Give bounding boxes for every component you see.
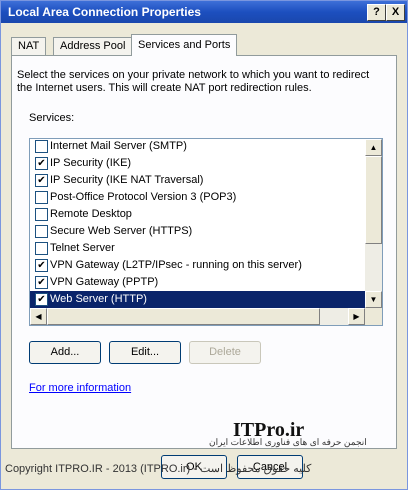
service-checkbox[interactable]: ✔ bbox=[35, 259, 48, 272]
tab-address-pool[interactable]: Address Pool bbox=[53, 37, 133, 55]
service-list-item[interactable]: Internet Mail Server (SMTP) bbox=[30, 139, 365, 155]
help-button[interactable]: ? bbox=[367, 4, 386, 21]
service-label: Post-Office Protocol Version 3 (POP3) bbox=[50, 191, 237, 203]
delete-button[interactable]: Delete bbox=[189, 341, 261, 364]
service-checkbox[interactable] bbox=[35, 225, 48, 238]
horizontal-scrollbar[interactable]: ◀ ▶ bbox=[30, 308, 365, 325]
service-checkbox[interactable]: ✔ bbox=[35, 293, 48, 306]
horizontal-scroll-thumb[interactable] bbox=[47, 308, 320, 325]
service-list-item[interactable]: Secure Web Server (HTTPS) bbox=[30, 223, 365, 240]
scroll-down-icon[interactable]: ▼ bbox=[365, 291, 382, 308]
scroll-left-icon[interactable]: ◀ bbox=[30, 308, 47, 325]
tab-services-and-ports[interactable]: Services and Ports bbox=[131, 34, 238, 56]
window-title: Local Area Connection Properties bbox=[8, 5, 201, 19]
service-label: VPN Gateway (PPTP) bbox=[50, 276, 159, 288]
service-label: VPN Gateway (L2TP/IPsec - running on thi… bbox=[50, 259, 302, 271]
service-list-item[interactable]: ✔ Web Server (HTTP) bbox=[30, 291, 365, 308]
edit-button[interactable]: Edit... bbox=[109, 341, 181, 364]
tab-nat[interactable]: NAT bbox=[11, 37, 47, 55]
service-checkbox[interactable] bbox=[35, 208, 48, 221]
dialog-window: Local Area Connection Properties ? X NAT… bbox=[0, 0, 408, 490]
service-list-item[interactable]: ✔ IP Security (IKE NAT Traversal) bbox=[30, 172, 365, 189]
services-list[interactable]: Internet Mail Server (SMTP) ✔ IP Security … bbox=[29, 138, 383, 326]
service-label: Web Server (HTTP) bbox=[50, 293, 147, 305]
service-list-item[interactable]: Telnet Server bbox=[30, 240, 365, 257]
service-label: Telnet Server bbox=[50, 242, 115, 254]
service-list-item[interactable]: ✔ VPN Gateway (PPTP) bbox=[30, 274, 365, 291]
service-label: Internet Mail Server (SMTP) bbox=[50, 140, 187, 152]
description-text: Select the services on your private netw… bbox=[17, 69, 370, 94]
scroll-right-icon[interactable]: ▶ bbox=[348, 308, 365, 325]
service-label: IP Security (IKE) bbox=[50, 157, 132, 169]
service-label: Remote Desktop bbox=[50, 208, 132, 220]
service-list-item[interactable]: Post-Office Protocol Version 3 (POP3) bbox=[30, 189, 365, 206]
add-button[interactable]: Add... bbox=[29, 341, 101, 364]
watermark-tagline: انجمن حرفه ای های فناوری اطلاعات ایران bbox=[209, 437, 367, 447]
scroll-up-icon[interactable]: ▲ bbox=[365, 139, 382, 156]
title-bar[interactable]: Local Area Connection Properties ? X bbox=[1, 1, 407, 23]
service-list-item[interactable]: ✔ VPN Gateway (L2TP/IPsec - running on th… bbox=[30, 257, 365, 274]
scrollbar-corner bbox=[365, 308, 382, 325]
service-checkbox[interactable] bbox=[35, 191, 48, 204]
service-checkbox[interactable] bbox=[35, 140, 48, 153]
service-checkbox[interactable]: ✔ bbox=[35, 157, 48, 170]
service-label: Secure Web Server (HTTPS) bbox=[50, 225, 193, 237]
service-checkbox[interactable] bbox=[35, 242, 48, 255]
more-info-link[interactable]: For more information bbox=[29, 382, 131, 394]
vertical-scroll-thumb[interactable] bbox=[365, 156, 382, 244]
close-button[interactable]: X bbox=[386, 4, 405, 21]
service-checkbox[interactable]: ✔ bbox=[35, 174, 48, 187]
services-label: Services: bbox=[29, 112, 75, 124]
service-list-item[interactable]: Remote Desktop bbox=[30, 206, 365, 223]
service-list-item[interactable]: ✔ IP Security (IKE) bbox=[30, 155, 365, 172]
vertical-scrollbar[interactable]: ▲ ▼ bbox=[365, 139, 382, 308]
service-label: IP Security (IKE NAT Traversal) bbox=[50, 174, 204, 186]
service-checkbox[interactable]: ✔ bbox=[35, 276, 48, 289]
copyright-footer: Copyright ITPRO.IR - 2013 (ITPRO.ir) - ک… bbox=[5, 463, 312, 475]
services-list-items: Internet Mail Server (SMTP) ✔ IP Security … bbox=[30, 139, 365, 308]
